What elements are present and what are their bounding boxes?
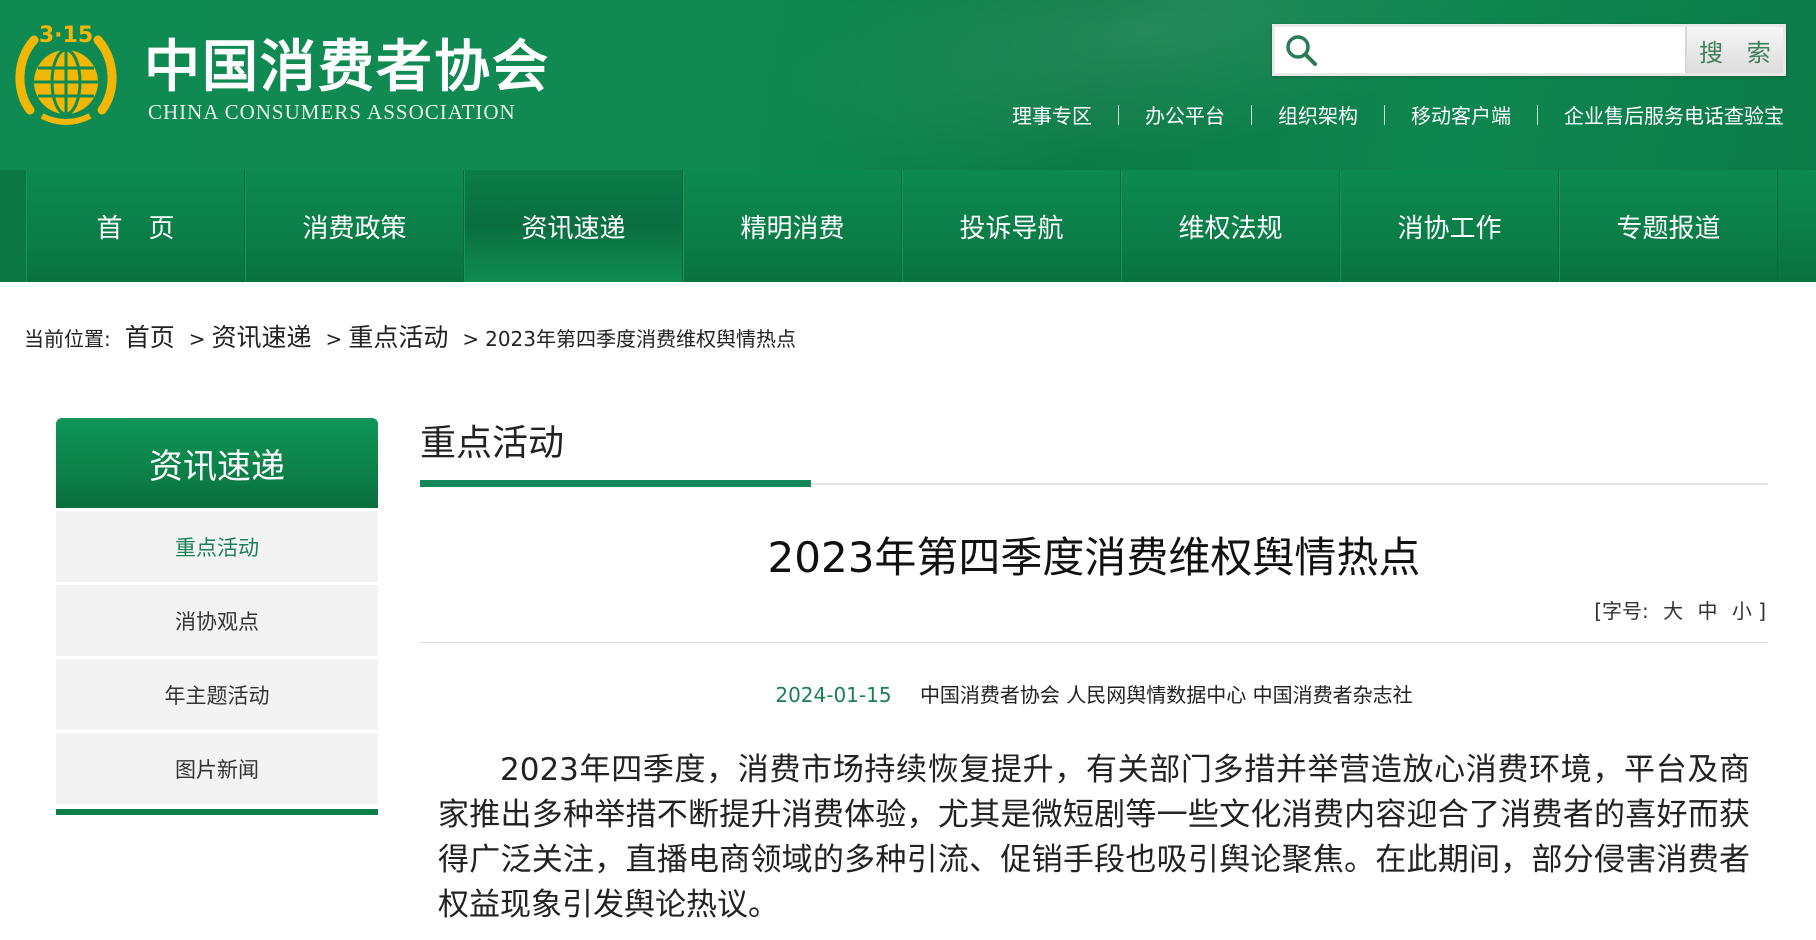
sidebar-title: 资讯速递 bbox=[56, 418, 378, 508]
search-button[interactable]: 搜 索 bbox=[1685, 27, 1783, 73]
breadcrumb: 当前位置: 首页 > 资讯速递 > 重点活动 > 2023年第四季度消费维权舆情… bbox=[24, 318, 796, 354]
cca-emblem-icon[interactable]: 3·15 bbox=[12, 16, 120, 128]
sidebar: 资讯速递 重点活动 消协观点 年主题活动 图片新闻 bbox=[56, 418, 378, 815]
section-divider-accent bbox=[420, 480, 811, 487]
sidebar-item-annual-theme[interactable]: 年主题活动 bbox=[56, 659, 378, 730]
nav-item-home[interactable]: 首 页 bbox=[26, 170, 245, 282]
breadcrumb-home[interactable]: 首页 bbox=[125, 318, 175, 354]
top-link-office[interactable]: 办公平台 bbox=[1145, 100, 1225, 129]
sidebar-item-viewpoints[interactable]: 消协观点 bbox=[56, 585, 378, 656]
top-links: 理事专区 办公平台 组织架构 移动客户端 企业售后服务电话查验宝 bbox=[1012, 100, 1784, 129]
section-divider bbox=[420, 480, 1768, 488]
breadcrumb-separator: > bbox=[325, 327, 343, 351]
font-size-large-button[interactable]: 大 bbox=[1663, 599, 1683, 623]
search-input[interactable] bbox=[1327, 27, 1685, 73]
nav-item-rights-laws[interactable]: 维权法规 bbox=[1121, 170, 1340, 282]
divider bbox=[1118, 104, 1119, 125]
divider bbox=[1251, 104, 1252, 125]
breadcrumb-key-activities[interactable]: 重点活动 bbox=[348, 318, 448, 354]
article-title: 2023年第四季度消费维权舆情热点 bbox=[767, 533, 1421, 582]
svg-text:3·15: 3·15 bbox=[39, 23, 93, 48]
article-paragraph: 2023年四季度，消费市场持续恢复提升，有关部门多措并举营造放心消费环境，平台及… bbox=[438, 752, 1750, 923]
sidebar-item-photo-news[interactable]: 图片新闻 bbox=[56, 733, 378, 804]
top-link-council[interactable]: 理事专区 bbox=[1012, 100, 1092, 129]
breadcrumb-separator: > bbox=[188, 327, 206, 351]
font-size-label-close: ] bbox=[1758, 599, 1766, 623]
breadcrumb-separator: > bbox=[462, 327, 480, 351]
nav-item-association-work[interactable]: 消协工作 bbox=[1340, 170, 1559, 282]
main-content: 重点活动 2023年第四季度消费维权舆情热点 [字号: 大 中 小 ] 2024… bbox=[420, 418, 1768, 928]
font-size-small-button[interactable]: 小 bbox=[1732, 599, 1752, 623]
nav-item-complaint-guide[interactable]: 投诉导航 bbox=[902, 170, 1121, 282]
article-source: 中国消费者协会 人民网舆情数据中心 中国消费者杂志社 bbox=[919, 683, 1413, 707]
main-nav: 首 页 消费政策 资讯速递 精明消费 投诉导航 维权法规 消协工作 专题报道 bbox=[0, 170, 1816, 282]
sidebar-item-key-activities[interactable]: 重点活动 bbox=[56, 511, 378, 582]
top-link-after-sales-check[interactable]: 企业售后服务电话查验宝 bbox=[1564, 100, 1784, 129]
top-link-mobile-client[interactable]: 移动客户端 bbox=[1411, 100, 1511, 129]
search-bar: 搜 索 bbox=[1272, 24, 1786, 76]
nav-item-special-reports[interactable]: 专题报道 bbox=[1559, 170, 1778, 282]
breadcrumb-news[interactable]: 资讯速递 bbox=[212, 318, 312, 354]
top-link-organization[interactable]: 组织架构 bbox=[1278, 100, 1358, 129]
nav-item-smart-consumption[interactable]: 精明消费 bbox=[683, 170, 902, 282]
nav-item-news[interactable]: 资讯速递 bbox=[464, 170, 683, 282]
breadcrumb-prefix: 当前位置: bbox=[24, 327, 111, 351]
site-header: 3·15 中国消费者协会 CHINA CONSUMERS ASSOCIATION… bbox=[0, 0, 1816, 170]
divider bbox=[1537, 104, 1538, 125]
nav-item-consumer-policy[interactable]: 消费政策 bbox=[245, 170, 464, 282]
section-title: 重点活动 bbox=[420, 423, 565, 464]
article-meta: 2024-01-15 中国消费者协会 人民网舆情数据中心 中国消费者杂志社 bbox=[420, 679, 1768, 708]
article-divider bbox=[420, 642, 1768, 643]
divider bbox=[1384, 104, 1385, 125]
breadcrumb-current: 2023年第四季度消费维权舆情热点 bbox=[485, 327, 796, 351]
site-title-en: CHINA CONSUMERS ASSOCIATION bbox=[148, 100, 516, 124]
sidebar-bottom-bar bbox=[56, 809, 378, 815]
site-title-cn[interactable]: 中国消费者协会 bbox=[144, 22, 550, 103]
search-icon[interactable] bbox=[1275, 27, 1327, 73]
font-size-medium-button[interactable]: 中 bbox=[1697, 599, 1717, 623]
nav-filler bbox=[1778, 170, 1816, 282]
font-size-control: [字号: 大 中 小 ] bbox=[420, 595, 1768, 624]
font-size-label-open: [字号: bbox=[1594, 599, 1649, 623]
article-date: 2024-01-15 bbox=[775, 683, 892, 707]
